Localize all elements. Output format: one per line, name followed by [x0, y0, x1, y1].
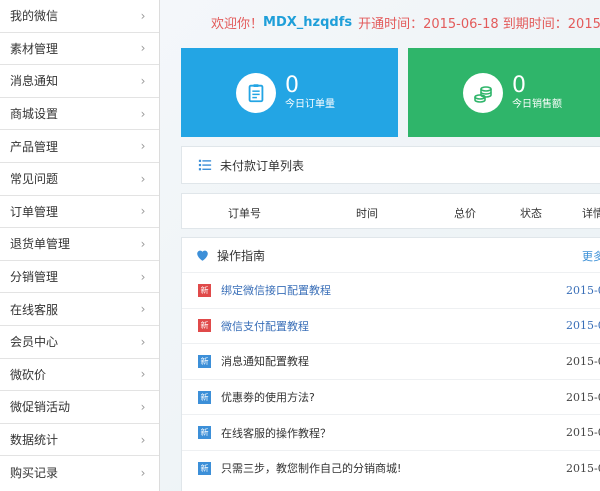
sales-today-label: 今日销售额	[512, 98, 562, 110]
unpaid-orders-title: 未付款订单列表	[220, 158, 305, 173]
sidebar-item-label: 订单管理	[10, 204, 59, 219]
sidebar-item-label: 退货单管理	[10, 237, 71, 252]
guide-item-date: 2015-06	[566, 390, 600, 404]
welcome-greeting: 欢迎你！	[211, 16, 264, 32]
guide-item[interactable]: 新 消息通知配置教程 2015-06	[182, 343, 600, 379]
guide-item[interactable]: 新 绑定微信接口配置教程 2015-06	[182, 272, 600, 308]
sidebar-item-statistics[interactable]: 数据统计 ›	[0, 424, 159, 457]
operation-guide-panel: 操作指南 更多 新 绑定微信接口配置教程 2015-06 新 微信支付配置教程 …	[181, 237, 600, 491]
column-header-order-no: 订单号	[228, 207, 261, 220]
unpaid-orders-header: 未付款订单列表	[181, 146, 600, 184]
sidebar-item-label: 消息通知	[10, 74, 59, 89]
sidebar-item-label: 商城设置	[10, 107, 59, 122]
chevron-right-icon: ›	[140, 334, 146, 349]
chevron-right-icon: ›	[140, 41, 146, 56]
chevron-right-icon: ›	[140, 432, 146, 447]
sidebar-item-label: 微砍价	[10, 367, 47, 382]
username: MDX_hzqdfs	[263, 14, 353, 30]
sales-today-value: 0	[512, 72, 526, 98]
new-badge: 新	[198, 283, 211, 297]
guide-item-date: 2015-06	[566, 283, 600, 297]
sidebar-item-purchases[interactable]: 购买记录 ›	[0, 456, 159, 489]
sidebar-item-bargain[interactable]: 微砍价 ›	[0, 359, 159, 392]
sidebar-item-my-wechat[interactable]: 我的微信 ›	[0, 0, 159, 33]
sidebar-item-label: 数据统计	[10, 433, 59, 448]
chevron-right-icon: ›	[140, 106, 146, 121]
chevron-right-icon: ›	[140, 399, 146, 414]
guide-item-date: 2015-06	[566, 426, 600, 440]
guide-item-date: 2015-06	[566, 319, 600, 333]
sidebar-item-label: 分销管理	[10, 270, 59, 285]
guide-item-title[interactable]: 优惠劵的使用方法?	[221, 389, 315, 405]
sidebar-item-label: 购买记录	[10, 466, 59, 481]
guide-item[interactable]: 新 优惠劵的使用方法? 2015-06	[182, 378, 600, 415]
sidebar-item-shop-settings[interactable]: 商城设置 ›	[0, 98, 159, 131]
sidebar-item-member-center[interactable]: 会员中心 ›	[0, 326, 159, 359]
operation-guide-title: 操作指南	[217, 248, 266, 263]
chevron-right-icon: ›	[140, 302, 146, 317]
welcome-bar: 欢迎你！ MDX_hzqdfs 开通时间：2015-06-18 到期时间：201…	[160, 0, 600, 44]
sidebar-item-returns[interactable]: 退货单管理 ›	[0, 228, 159, 261]
new-badge: 新	[198, 426, 211, 440]
guide-item-title[interactable]: 绑定微信接口配置教程	[221, 282, 331, 298]
chevron-right-icon: ›	[140, 204, 146, 219]
chevron-right-icon: ›	[140, 367, 146, 382]
guide-item-title[interactable]: 微信支付配置教程	[221, 318, 309, 334]
sidebar-item-label: 常见问题	[10, 172, 59, 187]
guide-item-title[interactable]: 在线客服的操作教程？	[221, 425, 331, 441]
service-period: 开通时间：2015-06-18 到期时间：2015-06-2	[358, 16, 600, 32]
sidebar-item-promotions[interactable]: 微促销活动 ›	[0, 391, 159, 424]
guide-item-title[interactable]: 消息通知配置教程	[221, 353, 309, 369]
heart-icon	[197, 250, 208, 261]
sidebar-item-label: 产品管理	[10, 139, 59, 154]
sales-today-card: 0 今日销售额	[408, 48, 600, 137]
new-badge: 新	[198, 319, 211, 333]
guide-item[interactable]: 新 微信支付配置教程 2015-06	[182, 307, 600, 344]
chevron-right-icon: ›	[140, 269, 146, 284]
column-header-detail: 详情	[582, 207, 600, 220]
chevron-right-icon: ›	[140, 171, 146, 186]
guide-item[interactable]: 新 只需三步，教您制作自己的分销商城! 2015-06	[182, 449, 600, 486]
chevron-right-icon: ›	[140, 73, 146, 88]
chevron-right-icon: ›	[140, 8, 146, 23]
guide-item-title[interactable]: 只需三步，教您制作自己的分销商城!	[221, 460, 401, 476]
clipboard-icon	[236, 72, 276, 113]
chevron-right-icon: ›	[140, 465, 146, 480]
column-header-time: 时间	[356, 207, 378, 220]
new-badge: 新	[198, 354, 211, 368]
new-badge: 新	[198, 390, 211, 404]
sidebar-item-label: 会员中心	[10, 335, 59, 350]
guide-item[interactable]: 新 在线客服的操作教程？ 2015-06	[182, 414, 600, 450]
main-content: 欢迎你！ MDX_hzqdfs 开通时间：2015-06-18 到期时间：201…	[160, 0, 600, 491]
sidebar-item-faq[interactable]: 常见问题 ›	[0, 163, 159, 196]
list-icon	[198, 159, 212, 171]
sidebar-item-orders[interactable]: 订单管理 ›	[0, 196, 159, 229]
sidebar-item-materials[interactable]: 素材管理 ›	[0, 33, 159, 66]
sidebar-item-online-service[interactable]: 在线客服 ›	[0, 293, 159, 326]
sidebar-item-notifications[interactable]: 消息通知 ›	[0, 65, 159, 98]
guide-item-date: 2015-06	[566, 461, 600, 475]
guide-item-date: 2015-06	[566, 354, 600, 368]
sidebar-menu: 我的微信 › 素材管理 › 消息通知 › 商城设置 › 产品管理 › 常见问题 …	[0, 0, 160, 491]
sidebar-item-label: 微促销活动	[10, 400, 71, 415]
new-badge: 新	[198, 461, 211, 475]
orders-today-card: 0 今日订单量	[181, 48, 398, 137]
coins-icon	[463, 72, 503, 113]
sidebar-item-label: 在线客服	[10, 302, 59, 317]
sidebar-item-products[interactable]: 产品管理 ›	[0, 130, 159, 163]
sidebar-item-label: 素材管理	[10, 41, 59, 56]
orders-today-label: 今日订单量	[285, 98, 335, 110]
more-link[interactable]: 更多	[582, 248, 600, 264]
chevron-right-icon: ›	[140, 236, 146, 251]
operation-guide-header: 操作指南 更多	[182, 238, 600, 272]
unpaid-orders-table-header: 订单号 时间 总价 状态 详情	[181, 193, 600, 229]
column-header-total: 总价	[454, 207, 476, 220]
column-header-status: 状态	[520, 207, 542, 220]
sidebar-item-label: 我的微信	[10, 9, 59, 24]
chevron-right-icon: ›	[140, 139, 146, 154]
orders-today-value: 0	[285, 72, 299, 98]
sidebar-item-distribution[interactable]: 分销管理 ›	[0, 261, 159, 294]
